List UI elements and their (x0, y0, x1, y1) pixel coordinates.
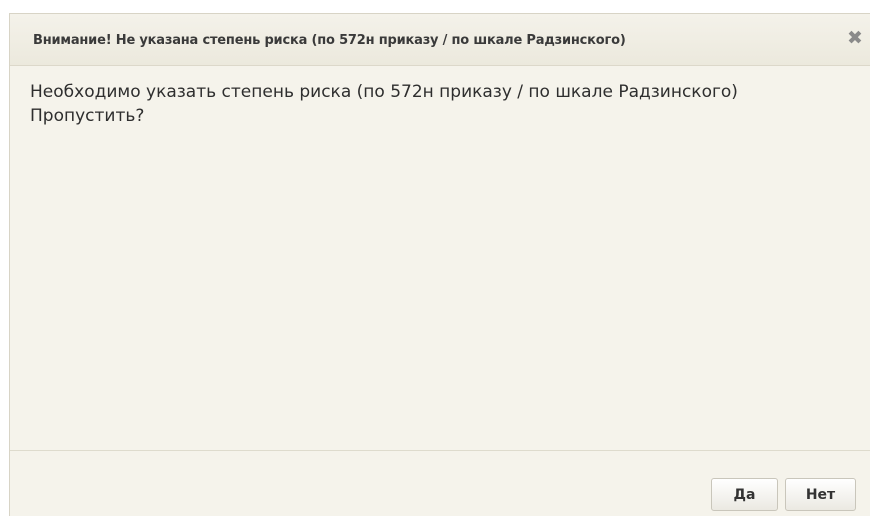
no-button[interactable]: Нет (785, 478, 856, 511)
dialog-content: Необходимо указать степень риска (по 572… (10, 66, 870, 450)
dialog-message: Необходимо указать степень риска (по 572… (30, 80, 870, 128)
message-line-warning: Необходимо указать степень риска (по 572… (30, 82, 738, 102)
dialog-footer: Да Нет (10, 450, 870, 516)
dialog-titlebar: Внимание! Не указана степень риска (по 5… (10, 14, 870, 66)
close-icon[interactable]: ✖ (844, 27, 866, 49)
warning-dialog: Внимание! Не указана степень риска (по 5… (9, 13, 870, 516)
message-line-question: Пропустить? (30, 106, 145, 126)
dialog-title: Внимание! Не указана степень риска (по 5… (33, 33, 626, 48)
yes-button[interactable]: Да (711, 478, 778, 511)
